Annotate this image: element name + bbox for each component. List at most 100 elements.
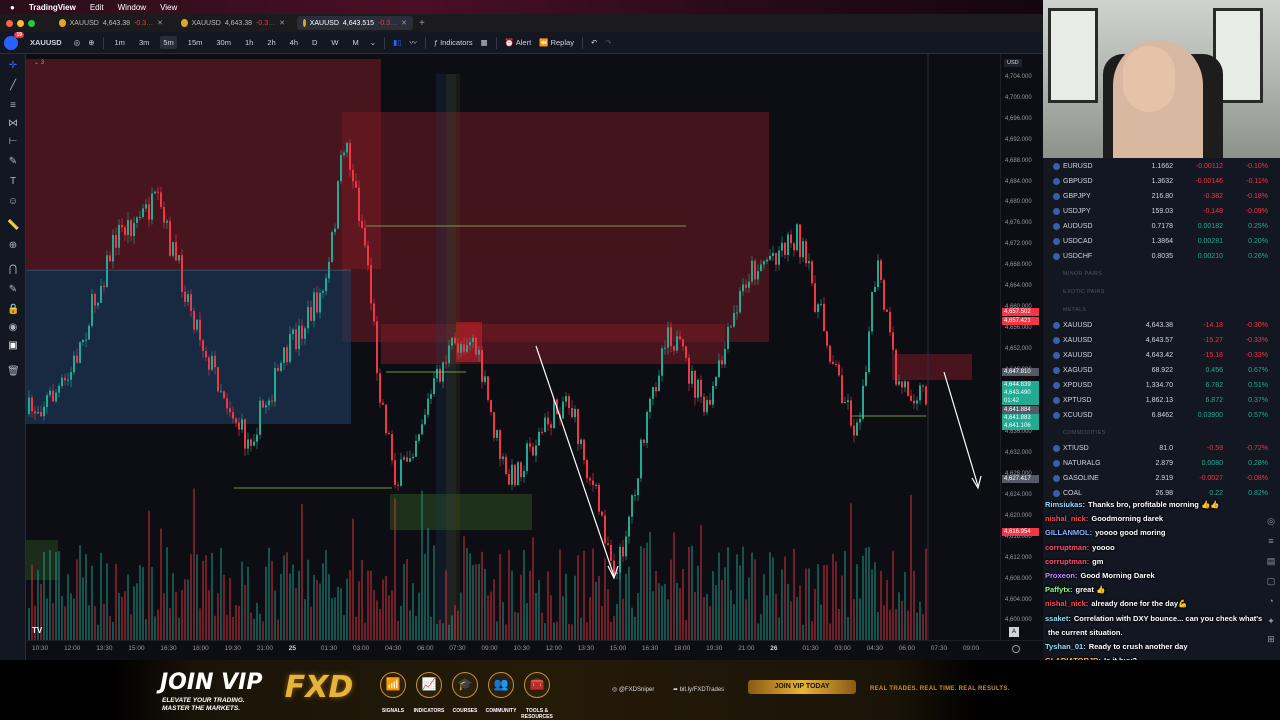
templates-icon[interactable]: ▦ — [481, 38, 488, 47]
interval-5m[interactable]: 5m — [160, 36, 177, 49]
watchlist-row[interactable]: EURUSD 1.1662 -0.00112 -0.10% — [1043, 159, 1280, 174]
supply-zone[interactable] — [342, 112, 769, 342]
ruler-icon[interactable]: 📏 — [7, 220, 19, 232]
watchlist-section-header[interactable]: COMMODITIES — [1063, 430, 1106, 436]
watchlist-row[interactable]: XTIUSD 81.0 -0.59 -0.72% — [1043, 441, 1280, 456]
interval-1h[interactable]: 1h — [242, 36, 256, 49]
interval-2h[interactable]: 2h — [264, 36, 278, 49]
lock-icon[interactable]: 🔒 — [7, 304, 19, 316]
auto-scale-button[interactable]: A — [1009, 627, 1019, 637]
magnet-icon[interactable]: ⋂ — [7, 264, 19, 276]
watchlist-row[interactable]: XPTUSD 1,862.13 6.872 0.37% — [1043, 393, 1280, 408]
demand-zone[interactable] — [26, 270, 351, 424]
interval-d[interactable]: D — [309, 36, 320, 49]
emoji-icon[interactable]: ☺ — [7, 196, 19, 208]
arrow-drawing[interactable] — [943, 371, 979, 487]
supply-zone[interactable] — [892, 354, 972, 380]
alert-button[interactable]: ⏰ Alert — [505, 38, 531, 47]
symbol-search[interactable]: XAUUSD — [26, 36, 66, 49]
zoom-window-button[interactable] — [28, 19, 35, 27]
demand-zone[interactable] — [390, 494, 532, 530]
watchlist-row[interactable]: USDJPY 159.03 -0.148 -0.09% — [1043, 204, 1280, 219]
demand-zone[interactable] — [26, 540, 58, 580]
time-axis[interactable]: 10:30 12:00 13:30 15:00 16:30 18:00 19:30 21:00… — [26, 627, 1043, 660]
close-tab-icon[interactable]: ✕ — [279, 19, 285, 27]
new-tab-icon[interactable]: + — [419, 18, 425, 29]
chevron-down-icon[interactable]: ⌄ — [370, 38, 376, 47]
watchlist-row[interactable]: XCUUSD 6.8462 0.03900 0.57% — [1043, 408, 1280, 423]
brush-icon[interactable]: ✎ — [7, 156, 19, 168]
watchlist-row[interactable]: XPDUSD 1,334.70 6.782 0.51% — [1043, 378, 1280, 393]
watchlist-row[interactable]: GASOLINE 2.919 -0.0027 -0.08% — [1043, 471, 1280, 486]
menu-edit[interactable]: Edit — [90, 3, 104, 12]
watchlist-row[interactable]: XAUUSD 4,643.38 -14.18 -0.30% — [1043, 318, 1280, 333]
price-chart[interactable]: ⌄ 3 TV — [26, 54, 1000, 640]
crosshair-icon[interactable]: ✛ — [7, 60, 19, 72]
watchlist-row[interactable]: XAGUSD 68.922 0.456 0.67% — [1043, 363, 1280, 378]
interval-15m[interactable]: 15m — [185, 36, 206, 49]
tab-1[interactable]: XAUUSD 4,643.38 -0.3… ✕ — [53, 16, 169, 30]
lock-drawing-icon[interactable]: ✎ — [7, 284, 19, 296]
price-axis[interactable]: USD 4,704.000 4,700.000 4,696.000 4,692.000… — [1000, 54, 1043, 640]
close-tab-icon[interactable]: ✕ — [401, 19, 407, 27]
watchlist-row[interactable]: XAUUSD 4,643.42 -15.18 -0.33% — [1043, 348, 1280, 363]
minimize-window-button[interactable] — [17, 19, 24, 27]
watchlist-row[interactable]: USDCAD 1.3864 0.00281 0.20% — [1043, 234, 1280, 249]
watchlist-row[interactable]: XAUUSD 4,643.57 -15.27 -0.33% — [1043, 333, 1280, 348]
supply-zone[interactable] — [26, 59, 381, 269]
add-symbol-icon[interactable]: ⊕ — [88, 38, 94, 47]
ideas-icon[interactable]: ✦ — [1265, 616, 1277, 628]
bell-icon[interactable]: ◔ — [1265, 596, 1277, 608]
tab-2[interactable]: XAUUSD 4,643.38 -0.3… ✕ — [175, 16, 291, 30]
legend-toggle[interactable]: ⌄ 3 — [34, 59, 44, 66]
watchlist-row[interactable]: GBPJPY 216.80 -0.382 -0.18% — [1043, 189, 1280, 204]
watchlist-section-header[interactable]: MINOR PAIRS — [1063, 271, 1102, 277]
watchlist-section-header[interactable]: METALS — [1063, 307, 1086, 313]
interval-1m[interactable]: 1m — [112, 36, 128, 49]
tab-3[interactable]: XAUUSD 4,643.515 -0.3… ✕ — [297, 16, 413, 30]
watchlist-row[interactable]: AUDUSD 0.7178 0.00182 0.25% — [1043, 219, 1280, 234]
currency-selector[interactable]: USD — [1004, 59, 1022, 67]
watchlist-row[interactable]: USDCHF 0.8035 0.00210 0.26% — [1043, 249, 1280, 264]
candles-icon[interactable]: ▮▯ — [393, 38, 401, 47]
help-icon[interactable]: ⊞ — [1265, 634, 1277, 646]
interval-30m[interactable]: 30m — [213, 36, 234, 49]
interval-w[interactable]: W — [328, 36, 341, 49]
supply-zone[interactable] — [381, 324, 725, 364]
undo-icon[interactable]: ↶ — [591, 38, 597, 47]
forecast-icon[interactable]: ⊢ — [7, 136, 19, 148]
replay-button[interactable]: ⏪ Replay — [539, 38, 574, 47]
eye-icon[interactable]: ◉ — [7, 322, 19, 334]
interval-m[interactable]: M — [350, 36, 362, 49]
text-icon[interactable]: T — [7, 176, 19, 188]
object-tree-icon[interactable]: ▣ — [7, 340, 19, 352]
watchlist-section-header[interactable]: EXOTIC PAIRS — [1063, 289, 1105, 295]
redo-icon[interactable]: ↷ — [605, 38, 611, 47]
indicators-button[interactable]: ƒ Indicators — [434, 38, 473, 47]
target-icon[interactable]: ◎ — [1265, 516, 1277, 528]
watchlist-row[interactable]: NATURALG 2.879 0.0080 0.28% — [1043, 456, 1280, 471]
watchlist-row[interactable]: GBPUSD 1.3632 -0.00146 -0.11% — [1043, 174, 1280, 189]
fib-retracement-icon[interactable]: ≡ — [7, 100, 19, 112]
trash-icon[interactable]: 🗑 — [7, 366, 20, 378]
menu-view[interactable]: View — [160, 3, 177, 12]
close-tab-icon[interactable]: ✕ — [157, 19, 163, 27]
trendline-icon[interactable]: ╱ — [7, 80, 19, 92]
compare-icon[interactable]: ◎ — [74, 38, 81, 47]
menu-window[interactable]: Window — [118, 3, 146, 12]
calendar-icon[interactable]: ▤ — [1265, 556, 1277, 568]
zoom-in-icon[interactable]: ⊕ — [7, 240, 19, 252]
account-avatar[interactable]: 19 — [4, 31, 24, 50]
chat-icon[interactable]: ▢ — [1265, 576, 1277, 588]
pattern-icon[interactable]: ⋈ — [7, 118, 19, 130]
close-window-button[interactable] — [6, 19, 13, 27]
settings-icon[interactable] — [1012, 645, 1020, 653]
layers-icon[interactable]: ≡ — [1265, 536, 1277, 548]
interval-3m[interactable]: 3m — [136, 36, 152, 49]
interval-4h[interactable]: 4h — [287, 36, 301, 49]
menu-app-name[interactable]: TradingView — [29, 3, 76, 12]
candlestick-chart[interactable] — [26, 54, 1000, 640]
apple-icon[interactable]: ● — [10, 3, 15, 12]
arrow-drawing[interactable] — [535, 345, 615, 577]
line-chart-icon[interactable]: 〰 — [409, 37, 417, 48]
